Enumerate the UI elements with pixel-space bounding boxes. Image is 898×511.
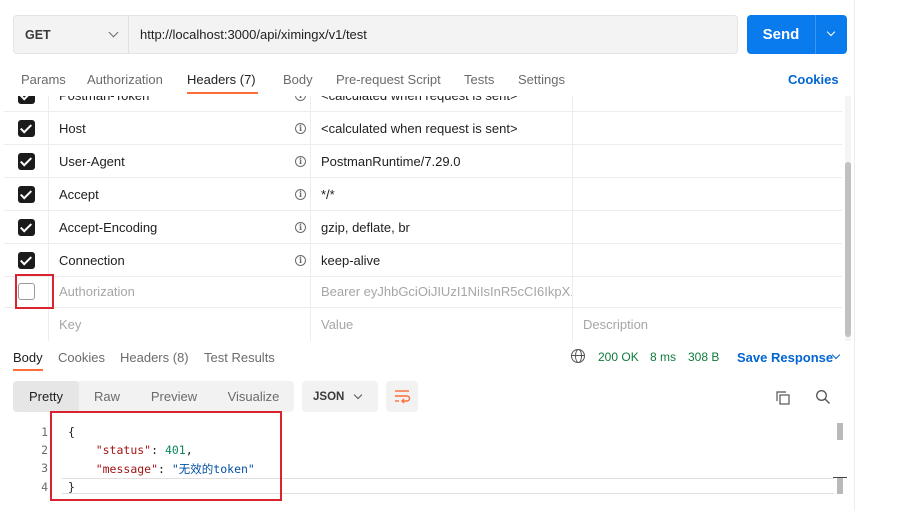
header-description[interactable] xyxy=(573,244,842,277)
chevron-down-icon xyxy=(826,27,836,37)
header-checkbox[interactable] xyxy=(17,96,35,104)
highlight-box xyxy=(50,411,282,501)
table-row: Host i <calculated when request is sent> xyxy=(4,112,842,145)
highlight-box xyxy=(15,274,54,309)
view-preview[interactable]: Preview xyxy=(135,381,213,412)
response-time[interactable]: 8 ms xyxy=(650,350,676,364)
method-select[interactable]: GET xyxy=(13,15,129,54)
info-icon[interactable]: i xyxy=(295,255,306,266)
method-label: GET xyxy=(25,27,51,42)
table-row: Postman-Token i <calculated when request … xyxy=(4,96,842,112)
header-key[interactable]: Postman-Token xyxy=(59,96,149,103)
new-value-input[interactable]: Value xyxy=(311,308,573,341)
response-tab-body[interactable]: Body xyxy=(13,350,43,365)
cookies-link[interactable]: Cookies xyxy=(788,72,839,87)
line-number: 2 xyxy=(41,443,48,457)
header-checkbox[interactable] xyxy=(17,219,35,236)
header-description[interactable] xyxy=(573,275,842,308)
info-icon[interactable]: i xyxy=(295,222,306,233)
header-value[interactable]: gzip, deflate, br xyxy=(311,211,573,244)
header-value[interactable]: <calculated when request is sent> xyxy=(311,96,573,112)
info-icon[interactable]: i xyxy=(295,123,306,134)
table-row: Accept i */* xyxy=(4,178,842,211)
chevron-down-icon xyxy=(108,27,119,38)
wrap-lines-button[interactable] xyxy=(386,381,418,412)
header-key[interactable]: User-Agent xyxy=(59,154,125,169)
header-key[interactable]: Accept-Encoding xyxy=(59,220,157,235)
active-tab-indicator xyxy=(13,369,43,371)
url-input[interactable]: http://localhost:3000/api/ximingx/v1/tes… xyxy=(128,15,738,54)
response-tab-headers[interactable]: Headers (8) xyxy=(120,350,189,365)
search-button[interactable] xyxy=(815,389,831,405)
scrollbar-thumb[interactable] xyxy=(845,162,851,337)
active-tab-indicator xyxy=(187,92,258,94)
header-description[interactable] xyxy=(573,211,842,244)
headers-table: Postman-Token i <calculated when request … xyxy=(4,96,842,341)
headers-scrollbar[interactable] xyxy=(845,96,851,341)
format-select[interactable]: JSON xyxy=(302,381,378,412)
header-key[interactable]: Connection xyxy=(59,253,125,268)
header-checkbox[interactable] xyxy=(17,252,35,269)
view-mode-group: Pretty Raw Preview Visualize xyxy=(13,381,294,412)
header-description[interactable] xyxy=(573,112,842,145)
header-key[interactable]: Accept xyxy=(59,187,99,202)
status-code[interactable]: 200 OK xyxy=(598,350,639,364)
response-size[interactable]: 308 B xyxy=(688,350,719,364)
new-description-input[interactable]: Description xyxy=(573,308,842,341)
line-number: 3 xyxy=(41,461,48,475)
header-description[interactable] xyxy=(573,178,842,211)
info-icon[interactable]: i xyxy=(295,189,306,200)
response-tab-cookies[interactable]: Cookies xyxy=(58,350,105,365)
tab-pre-request-script[interactable]: Pre-request Script xyxy=(336,72,441,87)
header-value[interactable]: <calculated when request is sent> xyxy=(311,112,573,145)
header-checkbox[interactable] xyxy=(17,153,35,170)
tab-headers[interactable]: Headers (7) xyxy=(187,72,256,87)
postman-app: GET http://localhost:3000/api/ximingx/v1… xyxy=(0,0,855,511)
info-icon[interactable]: i xyxy=(295,156,306,167)
format-label: JSON xyxy=(313,390,345,403)
header-checkbox[interactable] xyxy=(17,120,35,137)
line-number: 4 xyxy=(41,480,48,494)
globe-icon[interactable] xyxy=(571,349,585,363)
table-row: Authorization Bearer eyJhbGciOiJIUzI1NiI… xyxy=(4,275,842,308)
tab-settings[interactable]: Settings xyxy=(518,72,565,87)
info-icon[interactable]: i xyxy=(295,96,306,101)
send-button[interactable]: Send xyxy=(747,15,815,54)
header-key[interactable]: Authorization xyxy=(49,275,311,308)
header-description[interactable] xyxy=(573,96,842,112)
tab-params[interactable]: Params xyxy=(21,72,66,87)
tab-tests[interactable]: Tests xyxy=(464,72,494,87)
editor-scrollbar[interactable] xyxy=(837,423,843,440)
table-row: Connection i keep-alive xyxy=(4,244,842,277)
table-row-new: Key Value Description xyxy=(4,308,842,341)
view-visualize[interactable]: Visualize xyxy=(213,381,294,412)
table-row: Accept-Encoding i gzip, deflate, br xyxy=(4,211,842,244)
tab-body[interactable]: Body xyxy=(283,72,313,87)
chevron-down-icon xyxy=(353,390,363,400)
tab-authorization[interactable]: Authorization xyxy=(87,72,163,87)
header-value[interactable]: PostmanRuntime/7.29.0 xyxy=(311,145,573,178)
response-tab-test-results[interactable]: Test Results xyxy=(204,350,275,365)
copy-button[interactable] xyxy=(775,390,791,406)
header-key[interactable]: Host xyxy=(59,121,86,136)
view-raw[interactable]: Raw xyxy=(79,381,135,412)
new-key-input[interactable]: Key xyxy=(49,308,311,341)
search-icon xyxy=(816,390,830,404)
view-pretty[interactable]: Pretty xyxy=(13,381,79,412)
editor-scrollbar-thumb[interactable] xyxy=(837,478,843,494)
table-row: User-Agent i PostmanRuntime/7.29.0 xyxy=(4,145,842,178)
copy-icon xyxy=(776,391,790,405)
send-options-button[interactable] xyxy=(815,15,847,54)
save-response-button[interactable]: Save Response xyxy=(737,350,833,365)
wrap-lines-icon xyxy=(395,390,411,404)
line-number: 1 xyxy=(41,425,48,439)
header-value[interactable]: */* xyxy=(311,178,573,211)
header-description[interactable] xyxy=(573,145,842,178)
header-value[interactable]: keep-alive xyxy=(311,244,573,277)
header-checkbox[interactable] xyxy=(17,186,35,203)
header-value[interactable]: Bearer eyJhbGciOiJIUzI1NiIsInR5cCI6IkpX.… xyxy=(311,275,573,308)
